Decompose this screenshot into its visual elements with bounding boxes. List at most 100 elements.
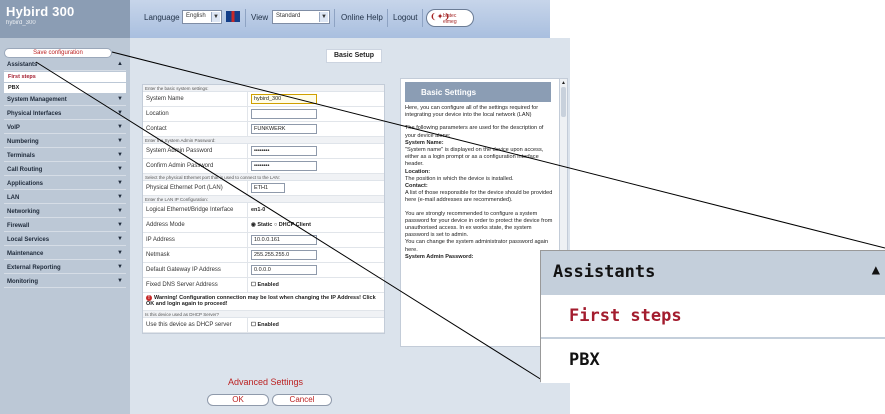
sidebar-item-label: Maintenance [7, 251, 44, 257]
sidebar-item-call-routing[interactable]: Call Routing ▼ [4, 165, 126, 176]
zoom-header-label: Assistants [553, 262, 656, 282]
form-row: System Admin Password •••••••• [143, 144, 384, 159]
admin-password-input[interactable]: •••••••• [251, 146, 317, 156]
dns-checkbox[interactable]: ☐ Enabled [251, 282, 279, 288]
bridge-value: en1-0 [251, 207, 266, 213]
help-text: Here, you can configure all of the setti… [405, 105, 555, 267]
chevron-down-icon: ▼ [117, 96, 123, 102]
chevron-up-icon[interactable]: ▲ [561, 80, 566, 86]
help-text-line: "System name" is displayed on the device… [405, 147, 544, 168]
field-label: Logical Ethernet/Bridge Interface [146, 207, 234, 213]
help-text-line: The position in which the device is inst… [405, 175, 514, 182]
ok-button[interactable]: OK [207, 394, 269, 406]
sidebar-item-numbering[interactable]: Numbering ▼ [4, 137, 126, 148]
sidebar-item-local-services[interactable]: Local Services ▼ [4, 235, 126, 246]
language-label: Language [144, 13, 180, 22]
zoom-pbx: PBX [541, 339, 885, 383]
confirm-password-input[interactable]: •••••••• [251, 161, 317, 171]
chevron-down-icon: ▼ [211, 12, 220, 22]
save-configuration-button[interactable]: Save configuration [4, 48, 112, 58]
language-value: English [186, 13, 206, 19]
help-heading: Contact: [405, 183, 428, 190]
section-header: Select the physical Ethernet port that i… [143, 174, 384, 181]
divider [387, 9, 388, 27]
header: Hybird 300 hybird_300 Language English ▼… [0, 0, 885, 38]
field-label: Use this device as DHCP server [146, 322, 232, 328]
location-input[interactable] [251, 109, 317, 119]
contact-input[interactable]: FUNKWERK [251, 124, 317, 134]
divider [247, 92, 248, 107]
view-label: View [251, 13, 269, 22]
field-label: Confirm Admin Password [146, 163, 214, 169]
help-text-line: The following parameters are used for th… [405, 125, 544, 139]
field-label: Location [146, 111, 169, 117]
divider [247, 263, 248, 278]
sidebar-item-external-reporting[interactable]: External Reporting ▼ [4, 263, 126, 274]
sidebar-item-terminals[interactable]: Terminals ▼ [4, 151, 126, 162]
view-value: Standard [276, 13, 301, 19]
divider [247, 233, 248, 248]
help-text-line: You can change the system administrator … [405, 239, 549, 253]
gateway-input[interactable]: 0.0.0.0 [251, 265, 317, 275]
zoom-assistants-header: Assistants ▲ [541, 251, 885, 295]
help-paragraph: You are strongly recommended to configur… [405, 211, 555, 261]
sidebar-subitem-pbx[interactable]: PBX [4, 83, 126, 93]
divider [245, 9, 246, 27]
chevron-down-icon: ▼ [117, 124, 123, 130]
static-radio[interactable]: ◉ Static ○ DHCP Client [251, 222, 311, 228]
form-row: Address Mode ◉ Static ○ DHCP Client [143, 218, 384, 233]
form-row: Confirm Admin Password •••••••• [143, 159, 384, 174]
port-select[interactable]: ETH1 [251, 183, 285, 193]
form-row: Contact FUNKWERK [143, 122, 384, 137]
chevron-down-icon: ▼ [117, 180, 123, 186]
sidebar-item-firewall[interactable]: Firewall ▼ [4, 221, 126, 232]
form-row: System Name hybird_300 [143, 92, 384, 107]
help-heading: Location: [405, 168, 431, 175]
system-name-input[interactable]: hybird_300 [251, 94, 317, 104]
dhcp-label: DHCP Client [278, 222, 311, 228]
divider [247, 107, 248, 122]
sidebar-item-lan[interactable]: LAN ▼ [4, 193, 126, 204]
sidebar-item-networking[interactable]: Networking ▼ [4, 207, 126, 218]
flag-icon [226, 11, 240, 22]
help-title: Basic Settings [405, 82, 551, 102]
sidebar-item-label: Monitoring [7, 279, 38, 285]
logout-link[interactable]: Logout [393, 13, 417, 22]
sidebar-item-physical-interfaces[interactable]: Physical Interfaces ▼ [4, 109, 126, 120]
netmask-input[interactable]: 255.255.255.0 [251, 250, 317, 260]
divider [247, 248, 248, 263]
divider [422, 9, 423, 27]
brand-panel: Hybird 300 hybird_300 [0, 0, 130, 38]
section-header: Enter the basic system settings: [143, 85, 384, 92]
sidebar-item-label: VoIP [7, 125, 20, 131]
sidebar-subitem-first-steps[interactable]: First steps [4, 72, 126, 82]
divider [247, 278, 248, 293]
chevron-down-icon: ▼ [117, 222, 123, 228]
sidebar-item-label: Networking [7, 209, 40, 215]
chevron-down-icon: ▼ [117, 236, 123, 242]
scroll-thumb[interactable] [561, 87, 566, 117]
sidebar-item-voip[interactable]: VoIP ▼ [4, 123, 126, 134]
language-select[interactable]: English ▼ [182, 10, 222, 24]
field-label: System Name [146, 96, 184, 102]
sidebar-item-applications[interactable]: Applications ▼ [4, 179, 126, 190]
dhcp-server-checkbox[interactable]: ☐ Enabled [251, 322, 279, 328]
sidebar-item-system-management[interactable]: System Management ▼ [4, 95, 126, 106]
view-select[interactable]: Standard ▼ [272, 10, 330, 24]
chevron-down-icon: ▼ [117, 152, 123, 158]
chevron-down-icon: ▼ [117, 250, 123, 256]
sidebar-item-monitoring[interactable]: Monitoring ▼ [4, 277, 126, 288]
sidebar-item-label: LAN [7, 195, 20, 201]
sidebar-item-maintenance[interactable]: Maintenance ▼ [4, 249, 126, 260]
help-heading: System Name: [405, 139, 444, 146]
chevron-up-icon: ▲ [117, 61, 123, 67]
advanced-settings-link[interactable]: Advanced Settings [228, 377, 303, 387]
cancel-button[interactable]: Cancel [272, 394, 332, 406]
sidebar-item-assistants[interactable]: Assistants ▲ [4, 60, 126, 71]
section-header: Is this device used as DHCP Server? [143, 311, 384, 318]
main-content: Basic Setup Enter the basic system setti… [130, 38, 570, 414]
logo-icon: ❨✦❩ [430, 12, 451, 21]
ip-address-input[interactable]: 10.0.0.161 [251, 235, 317, 245]
brand-logo: ❨✦❩ bintec elmeg [426, 9, 474, 27]
online-help-link[interactable]: Online Help [341, 13, 383, 22]
